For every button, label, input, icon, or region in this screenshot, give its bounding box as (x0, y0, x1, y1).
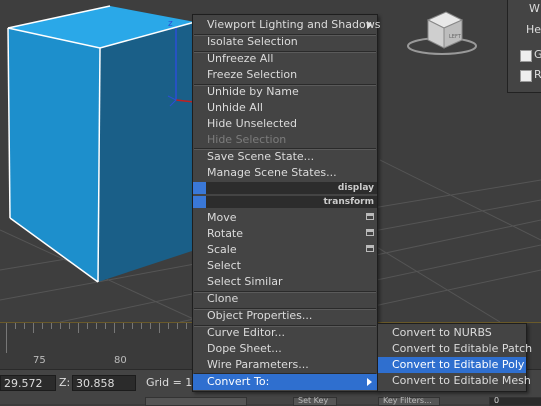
command-panel: W He G R (507, 0, 541, 93)
key-filters-label: Key Filters... (383, 396, 432, 405)
panel-checkbox-1-label: G (534, 48, 541, 61)
panel-label-height: He (526, 23, 541, 36)
menu-item-unhide-by-name[interactable]: Unhide by Name (193, 84, 377, 100)
menu-item-object-properties[interactable]: Object Properties... (193, 308, 377, 324)
selected-box-object (7, 5, 196, 283)
gizmo-z-label: z (168, 19, 173, 29)
ruler-label-75: 75 (33, 355, 46, 366)
status-button[interactable] (145, 397, 247, 406)
settings-box-icon[interactable] (366, 213, 374, 220)
menu-item-convert-editable-patch[interactable]: Convert to Editable Patch (378, 341, 532, 357)
menu-item-scale[interactable]: Scale (193, 242, 377, 258)
z-coordinate-label: Z: (59, 376, 71, 389)
menu-item-clone[interactable]: Clone (193, 291, 377, 307)
settings-box-icon[interactable] (366, 229, 374, 236)
menu-item-viewport-lighting[interactable]: Viewport Lighting and Shadows (193, 17, 380, 33)
menu-item-hide-unselected[interactable]: Hide Unselected (193, 116, 377, 132)
menu-item-convert-to[interactable]: Convert To: (193, 374, 377, 390)
current-frame-value: 0 (494, 396, 500, 405)
menu-item-convert-editable-poly[interactable]: Convert to Editable Poly (378, 357, 526, 373)
ruler-label-80: 80 (114, 355, 127, 366)
submenu-arrow-icon (367, 378, 372, 386)
menu-item-dope-sheet[interactable]: Dope Sheet... (193, 341, 377, 357)
menu-item-select-similar[interactable]: Select Similar (193, 274, 377, 290)
menu-item-hide-selection: Hide Selection (207, 133, 287, 146)
viewcube-face-label: LEFT (449, 34, 462, 40)
display-quadrant-header: display (193, 182, 377, 194)
menu-item-move[interactable]: Move (193, 210, 377, 226)
y-coordinate-field[interactable]: 29.572 (0, 375, 56, 391)
menu-item-convert-nurbs[interactable]: Convert to NURBS (378, 325, 526, 341)
set-key-label: Set Key (298, 396, 329, 405)
z-coordinate-field[interactable]: 30.858 (72, 375, 136, 391)
quad-menu: Viewport Lighting and Shadows Isolate Se… (192, 14, 380, 392)
menu-item-save-scene-state[interactable]: Save Scene State... (193, 149, 377, 165)
menu-item-unfreeze-all[interactable]: Unfreeze All (193, 51, 377, 67)
current-frame-field[interactable]: 0 (489, 396, 541, 406)
menu-item-freeze-selection[interactable]: Freeze Selection (193, 67, 377, 83)
settings-box-icon[interactable] (366, 245, 374, 252)
menu-item-wire-parameters[interactable]: Wire Parameters... (193, 357, 377, 373)
menu-item-isolate-selection[interactable]: Isolate Selection (193, 34, 377, 50)
menu-item-convert-editable-mesh[interactable]: Convert to Editable Mesh (378, 373, 531, 389)
menu-item-unhide-all[interactable]: Unhide All (193, 100, 377, 116)
panel-label-width: W (529, 2, 540, 15)
menu-item-curve-editor[interactable]: Curve Editor... (193, 325, 377, 341)
menu-item-select[interactable]: Select (193, 258, 377, 274)
set-key-button[interactable]: Set Key (293, 396, 337, 406)
panel-checkbox-2-label: R (534, 68, 541, 81)
submenu-arrow-icon (367, 21, 372, 29)
key-filters-button[interactable]: Key Filters... (378, 396, 440, 406)
transform-quadrant-header: transform (193, 196, 377, 208)
menu-item-rotate[interactable]: Rotate (193, 226, 377, 242)
menu-item-manage-scene-states[interactable]: Manage Scene States... (193, 165, 377, 181)
panel-checkbox-1[interactable] (520, 50, 532, 62)
panel-checkbox-2[interactable] (520, 70, 532, 82)
viewcube-icon (407, 11, 477, 55)
convert-to-submenu: Convert to NURBS Convert to Editable Pat… (377, 323, 532, 392)
